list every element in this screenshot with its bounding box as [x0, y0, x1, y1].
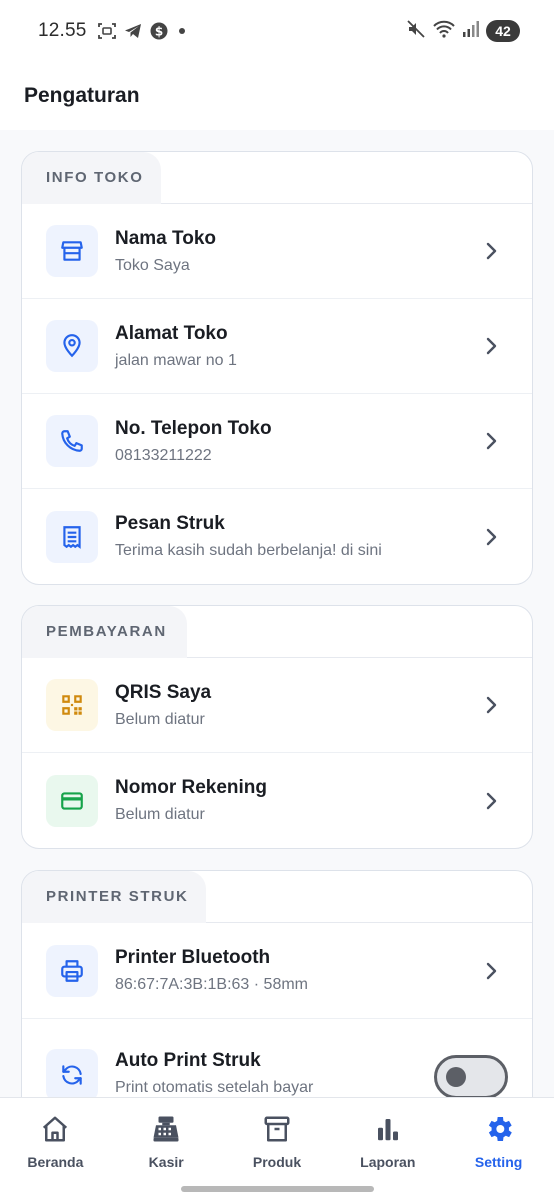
setting-value: 86:67:7A:3B:1B:63 · 58mm [115, 976, 308, 993]
receipt-icon [46, 510, 98, 563]
nav-item-setting[interactable]: Setting [443, 1098, 554, 1200]
gear-icon [483, 1112, 515, 1146]
refresh-icon [46, 1049, 98, 1097]
nav-label: Kasir [148, 1154, 184, 1170]
status-notification-icons: $ [97, 21, 169, 41]
location-pin-icon [46, 320, 98, 372]
section-header-pembayaran: PEMBAYARAN [22, 606, 532, 658]
screenshot-icon [97, 21, 117, 41]
qr-code-icon [46, 679, 98, 731]
nav-label: Setting [474, 1154, 523, 1170]
chevron-right-icon [480, 239, 504, 263]
coin-icon: $ [149, 21, 169, 41]
nav-label: Beranda [27, 1154, 84, 1170]
chevron-right-icon [480, 334, 504, 358]
setting-title: Auto Print Struk [115, 1050, 261, 1071]
setting-value: Belum diatur [115, 806, 205, 823]
home-indicator [181, 1186, 374, 1192]
chevron-right-icon [480, 525, 504, 549]
wifi-icon [432, 19, 456, 44]
section-header-printer-struk: PRINTER STRUK [22, 871, 532, 923]
setting-value: Belum diatur [115, 710, 205, 728]
svg-text:$: $ [154, 25, 162, 39]
mute-icon [406, 19, 426, 44]
status-time: 12.55 [38, 20, 87, 41]
section-pembayaran: PEMBAYARAN QRIS Saya Belum diatur Nomor … [21, 605, 533, 849]
setting-row-telepon-toko[interactable]: No. Telepon Toko 08133211222 [22, 394, 532, 489]
setting-row-printer-bluetooth[interactable]: Printer Bluetooth 86:67:7A:3B:1B:63 · 58… [22, 923, 532, 1019]
setting-title: Pesan Struk [115, 513, 225, 534]
nav-item-laporan[interactable]: Laporan [332, 1098, 443, 1200]
app-header: Pengaturan [0, 62, 554, 130]
nav-label: Laporan [360, 1154, 416, 1170]
chevron-right-icon [480, 789, 504, 813]
chevron-right-icon [480, 959, 504, 983]
setting-row-pesan-struk[interactable]: Pesan Struk Terima kasih sudah berbelanj… [22, 489, 532, 584]
nav-item-produk[interactable]: Produk [222, 1098, 333, 1200]
printer-icon [46, 944, 98, 997]
battery-indicator: 42 [486, 20, 520, 42]
status-system-icons: 42 [406, 19, 520, 44]
telegram-icon [123, 21, 143, 41]
store-icon [46, 225, 98, 277]
setting-title: Printer Bluetooth [115, 947, 271, 968]
phone-icon [46, 415, 98, 467]
section-label: PEMBAYARAN [46, 623, 167, 640]
chevron-right-icon [480, 693, 504, 717]
bar-chart-icon [373, 1112, 403, 1146]
setting-value: jalan mawar no 1 [115, 351, 237, 369]
section-info-toko: INFO TOKO Nama Toko Toko Saya Alamat Tok… [21, 151, 533, 585]
setting-row-auto-print[interactable]: Auto Print Struk Print otomatis setelah … [22, 1019, 532, 1097]
section-printer-struk: PRINTER STRUK Printer Bluetooth 86:67:7A… [21, 870, 533, 1097]
credit-card-icon [46, 774, 98, 827]
bottom-nav: Beranda Kasir Produk Laporan Setting [0, 1097, 554, 1200]
nav-label: Produk [252, 1154, 302, 1170]
setting-title: No. Telepon Toko [115, 417, 272, 439]
chevron-right-icon [480, 429, 504, 453]
page-title: Pengaturan [24, 84, 140, 107]
toggle-knob [446, 1067, 466, 1087]
setting-row-nomor-rekening[interactable]: Nomor Rekening Belum diatur [22, 753, 532, 848]
setting-row-qris[interactable]: QRIS Saya Belum diatur [22, 658, 532, 753]
section-label: PRINTER STRUK [46, 888, 189, 905]
setting-title: QRIS Saya [115, 681, 212, 703]
setting-value: Toko Saya [115, 256, 190, 274]
setting-value: Terima kasih sudah berbelanja! di sini [115, 542, 382, 559]
section-label: INFO TOKO [46, 169, 144, 186]
setting-row-alamat-toko[interactable]: Alamat Toko jalan mawar no 1 [22, 299, 532, 394]
setting-title: Alamat Toko [115, 322, 228, 344]
setting-title: Nomor Rekening [115, 777, 268, 798]
section-header-info-toko: INFO TOKO [22, 152, 532, 204]
setting-value: Print otomatis setelah bayar [115, 1079, 314, 1096]
settings-screen: 12.55 $ 42 Pengaturan INFO TOKO Nama Tok… [0, 0, 554, 1200]
auto-print-toggle[interactable] [434, 1055, 508, 1097]
cash-register-icon [151, 1112, 181, 1146]
archive-box-icon [262, 1112, 292, 1146]
more-notifications-dot [178, 28, 185, 34]
setting-row-nama-toko[interactable]: Nama Toko Toko Saya [22, 204, 532, 299]
nav-item-kasir[interactable]: Kasir [111, 1098, 222, 1200]
home-icon [40, 1112, 70, 1146]
setting-title: Nama Toko [115, 227, 217, 249]
settings-content[interactable]: INFO TOKO Nama Toko Toko Saya Alamat Tok… [0, 130, 554, 1097]
status-bar: 12.55 $ 42 [0, 0, 554, 62]
nav-item-beranda[interactable]: Beranda [0, 1098, 111, 1200]
signal-icon [462, 20, 480, 43]
setting-value: 08133211222 [115, 446, 212, 464]
